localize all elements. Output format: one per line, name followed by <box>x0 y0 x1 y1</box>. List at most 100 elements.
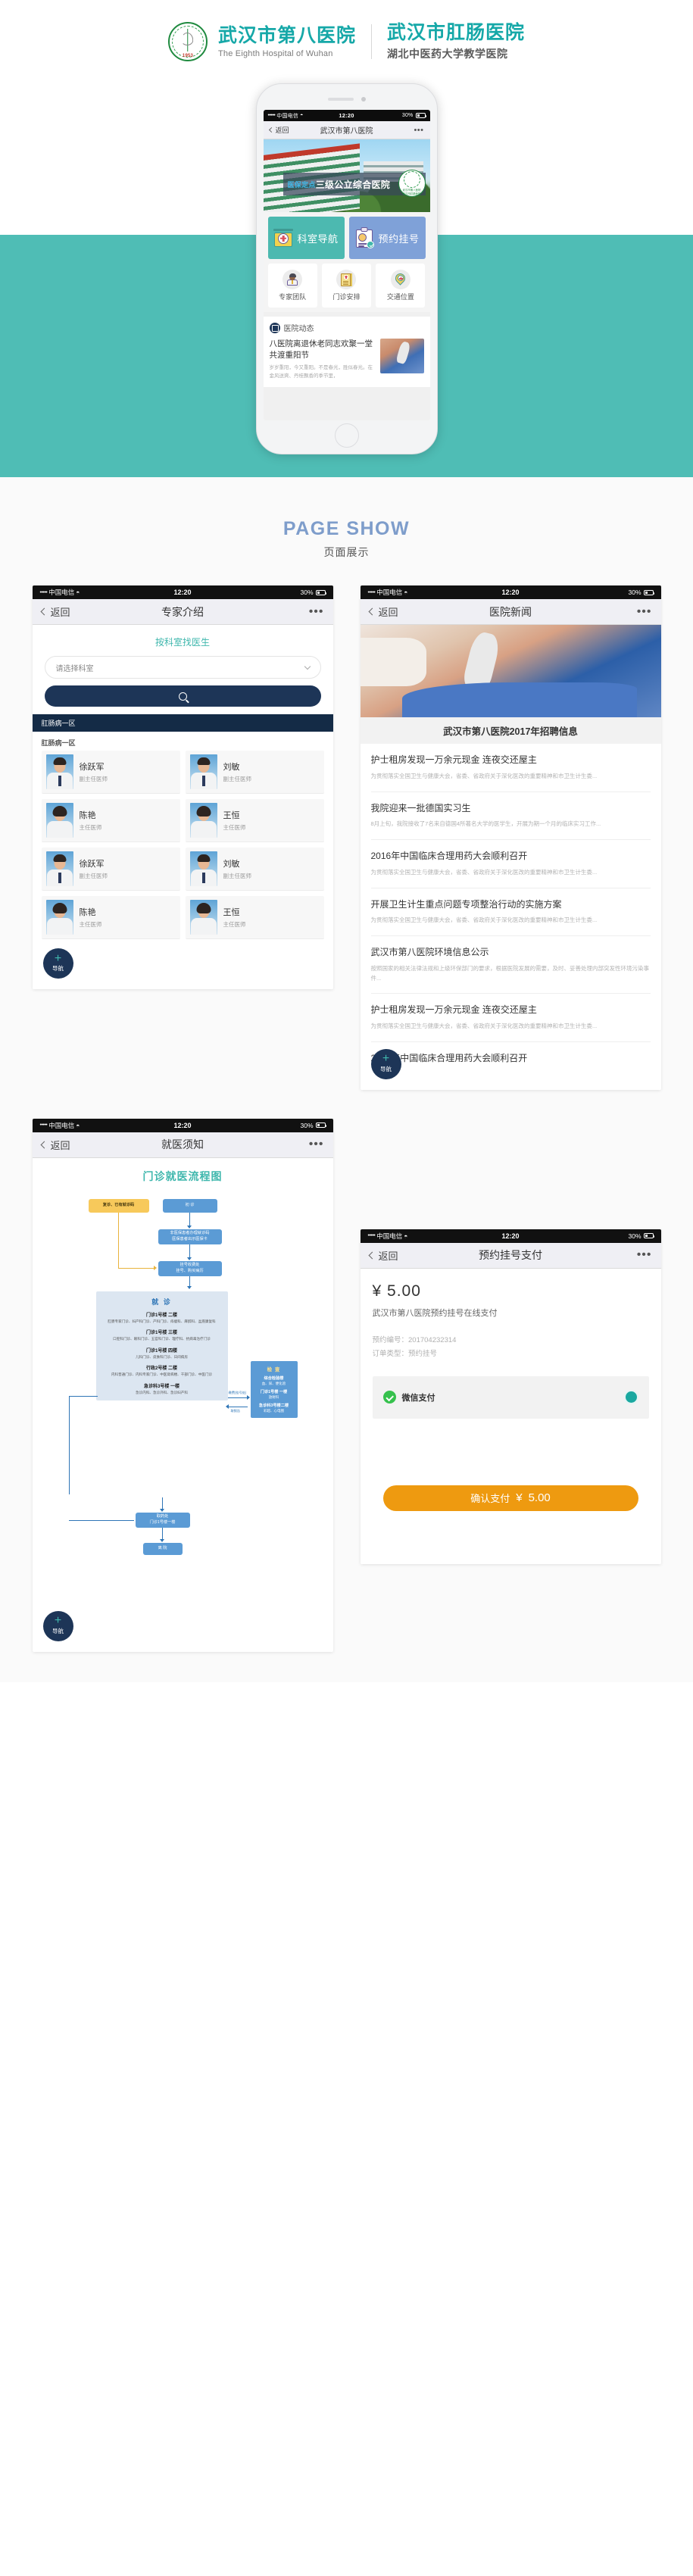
flow-section-detail: 肛肠专家门诊、妇产科门诊、产科门诊、痔瘘科、麻醉科、盆底康复科 <box>108 1319 216 1323</box>
phone-speaker <box>327 97 366 101</box>
flow-section-head: 门诊1号楼 三楼 <box>145 1331 177 1336</box>
department-select[interactable]: 请选择科室 <box>44 656 321 679</box>
doctor-icon <box>283 270 303 289</box>
confirm-payment-button[interactable]: 确认支付 ¥ 5.00 <box>382 1485 638 1511</box>
tile-appointment[interactable]: 预约挂号 <box>348 217 426 259</box>
more-menu-icon[interactable]: ••• <box>532 605 652 619</box>
flow-node-register: 挂号收费处 挂号、购买病历 <box>158 1260 222 1276</box>
medical-book-icon <box>336 270 357 289</box>
order-type-label: 订单类型： <box>372 1349 409 1358</box>
navigation-fab[interactable]: + 导航 <box>42 1610 73 1641</box>
tile-label: 交通位置 <box>386 293 414 301</box>
battery-icon <box>315 589 326 595</box>
payment-method-radio[interactable] <box>623 1390 638 1405</box>
flow-section-head: 门诊1号楼 二楼 <box>145 1313 177 1318</box>
doctor-card[interactable]: 王恒 主任医师 <box>185 896 324 939</box>
department-select-value: 请选择科室 <box>55 664 94 673</box>
flow-section-detail: 急诊内科、急诊外科、急诊妇产科 <box>136 1390 188 1394</box>
carrier-label: 中国电信 <box>376 589 403 596</box>
doctor-card[interactable]: 王恒 主任医师 <box>185 799 324 842</box>
doctor-name: 刘敏 <box>223 763 240 772</box>
news-item[interactable]: 八医院离退休老同志欢聚一堂共渡重阳节 岁岁重阳，今又重阳。不是春光，胜似春光。在… <box>270 339 424 380</box>
brand-name-cn2: 武汉市肛肠医院 <box>387 21 526 43</box>
news-list-item[interactable]: 2016年中国临床合理用药大会顺利召开 为贯彻落实全国卫生与健康大会，省委、省政… <box>370 840 651 888</box>
search-icon <box>178 692 187 701</box>
tile-expert-team[interactable]: 专家团队 <box>267 264 317 308</box>
news-title: 武汉市第八医院环境信息公示 <box>370 947 489 958</box>
doctor-card[interactable]: 陈艳 主任医师 <box>41 799 180 842</box>
back-button[interactable]: 返回 <box>40 604 162 619</box>
flow-node-pharmacy: 取药处 门诊1号楼一楼 <box>135 1512 190 1528</box>
back-button[interactable]: 返回 <box>368 1248 479 1263</box>
doctor-name: 徐跃军 <box>79 860 105 869</box>
flow-exam-head: 急诊科3号楼二楼 <box>258 1404 289 1409</box>
battery-percent: 30% <box>628 589 641 596</box>
back-button[interactable]: 返回 <box>368 604 490 619</box>
doctor-avatar <box>189 803 217 838</box>
more-menu-icon[interactable]: ••• <box>542 1248 652 1262</box>
back-label: 返回 <box>50 607 70 618</box>
flow-exam-title: 检 查 <box>267 1366 281 1372</box>
payment-method-wechat[interactable]: 微信支付 <box>372 1375 649 1419</box>
back-button[interactable]: 返回 <box>268 125 320 135</box>
hospital-banner[interactable]: 医保定点 三级公立综合医院 武汉市第八医院 武汉市肛肠医院 <box>263 139 430 212</box>
news-list-item[interactable]: 护士租房发现一万余元现金 连夜交还屋主 为贯彻落实全国卫生与健康大会，省委、省政… <box>370 744 651 792</box>
news-summary: 为贯彻落实全国卫生与健康大会，省委、省政府关于深化医改的重要精神和市卫生计生委.… <box>370 772 598 779</box>
screen-payment: ••••• 中国电信 ◓ 12:20 30% 返回 预约挂号支付 ••• ¥ 5… <box>360 1229 661 1564</box>
news-list-item[interactable]: 护士租房发现一万余元现金 连夜交还屋主 为贯彻落实全国卫生与健康大会，省委、省政… <box>370 994 651 1043</box>
news-list-item[interactable]: 开展卫生计生重点问题专项整治行动的实施方案 为贯彻落实全国卫生与健康大会，省委、… <box>370 888 651 937</box>
tile-transport-location[interactable]: 交通位置 <box>376 264 426 308</box>
tile-clinic-schedule[interactable]: 门诊安排 <box>321 264 372 308</box>
confirm-currency: ¥ <box>516 1491 523 1505</box>
doctor-rank: 主任医师 <box>79 921 102 928</box>
phone-screen: ••••• 中国电信 ◓ 12:20 30% 返回 武汉市第八医院 ••• 医保… <box>263 110 430 420</box>
news-list-item[interactable]: 我院迎来一批德国实习生 8月上旬，我院接收了7名来自德国4所著名大学的医学生，开… <box>370 792 651 841</box>
more-menu-icon[interactable]: ••• <box>204 605 324 619</box>
tile-label: 门诊安排 <box>332 293 361 301</box>
wifi-icon: ◓ <box>404 589 408 596</box>
back-label: 返回 <box>50 1139 70 1151</box>
news-list-item[interactable]: 2016年中国临床合理用药大会顺利召开 <box>371 1042 651 1075</box>
more-menu-icon[interactable]: ••• <box>204 1138 324 1151</box>
doctor-card[interactable]: 刘敏 副主任医师 <box>185 848 324 891</box>
hospital-news-block: 医院动态 八医院离退休老同志欢聚一堂共渡重阳节 岁岁重阳，今又重阳。不是春光，胜… <box>263 317 430 387</box>
phone-home-button[interactable] <box>334 423 359 448</box>
search-button[interactable] <box>44 685 321 707</box>
navigation-fab[interactable]: + 导航 <box>42 948 73 979</box>
news-summary: 按照国家的相关法律法规和上级环保部门的要求，根据医院发展的需要，及时、妥善处理内… <box>370 964 650 982</box>
logo-year: 1953 <box>182 54 194 58</box>
doctor-rank: 主任医师 <box>79 824 102 831</box>
more-menu-icon[interactable]: ••• <box>373 126 424 135</box>
page-title: 专家介绍 <box>161 605 204 618</box>
doctor-card[interactable]: 陈艳 主任医师 <box>41 896 180 939</box>
page-root: 1953 武汉市第八医院 The Eighth Hospital of Wuha… <box>0 0 693 1682</box>
doctor-card[interactable]: 徐跃军 副主任医师 <box>41 751 180 794</box>
banner-tag-small: 医保定点 <box>287 180 316 189</box>
news-list-item[interactable]: 武汉市第八医院环境信息公示 按照国家的相关法律法规和上级环保部门的要求，根据医院… <box>370 936 651 994</box>
flow-section-head: 行政2号楼 二楼 <box>145 1366 177 1372</box>
news-summary: 为贯彻落实全国卫生与健康大会，省委、省政府关于深化医改的重要精神和市卫生计生委.… <box>370 1023 598 1030</box>
carrier-label: 中国电信 <box>276 113 299 119</box>
flow-node-revisit: 复诊、已有就诊码 <box>88 1198 149 1213</box>
tile-department-nav[interactable]: 科室导航 <box>267 217 345 259</box>
news-title: 护士租房发现一万余元现金 连夜交还屋主 <box>370 754 537 765</box>
back-label: 返回 <box>275 126 289 134</box>
doctor-rank: 副主任医师 <box>223 873 252 879</box>
flow-label-pay: 缴费(挂号处) <box>228 1390 247 1394</box>
payment-meta: 预约编号：201704232314 订单类型：预约挂号 <box>373 1334 649 1361</box>
phone-mockup: ••••• 中国电信 ◓ 12:20 30% 返回 武汉市第八医院 ••• 医保… <box>255 83 438 454</box>
news-item-thumbnail <box>379 339 424 373</box>
news-title: 护士租房发现一万余元现金 连夜交还屋主 <box>370 1004 537 1016</box>
wechat-navbar: 返回 医院新闻 ••• <box>360 599 661 625</box>
navigation-fab[interactable]: + 导航 <box>370 1048 401 1079</box>
flowchart-wrapper: 门诊就医流程图 复诊、已有就诊码 初 诊 非医保患者办理就诊码 医保患者出示医保… <box>32 1157 333 1619</box>
order-type-value: 预约挂号 <box>408 1349 438 1358</box>
doctor-card[interactable]: 刘敏 副主任医师 <box>185 751 324 794</box>
tile-label: 预约挂号 <box>378 233 420 245</box>
doctor-rank: 副主任医师 <box>79 873 108 879</box>
back-button[interactable]: 返回 <box>40 1138 162 1152</box>
hero-section: ••••• 中国电信 ◓ 12:20 30% 返回 武汉市第八医院 ••• 医保… <box>0 83 693 477</box>
seal-line2: 武汉市肛肠医院 <box>402 192 421 195</box>
payment-body: ¥ 5.00 武汉市第八医院预约挂号在线支付 预约编号：201704232314… <box>360 1268 661 1564</box>
doctor-card[interactable]: 徐跃军 副主任医师 <box>41 848 180 891</box>
